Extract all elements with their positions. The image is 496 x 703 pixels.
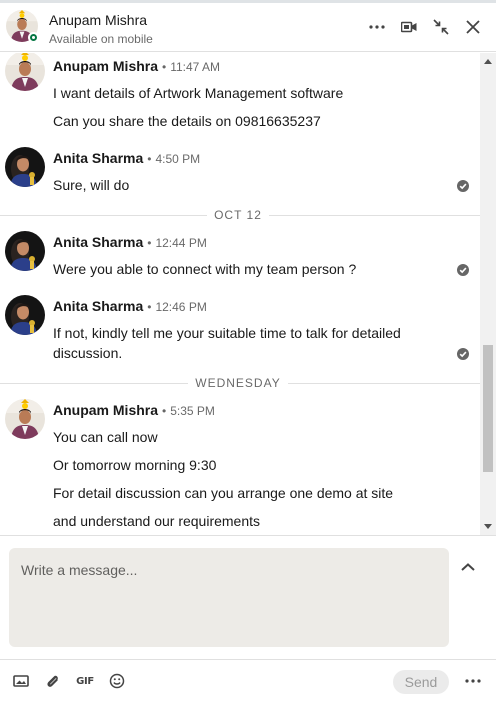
- separator-dot: •: [162, 404, 167, 418]
- message-time: 11:47 AM: [170, 60, 221, 74]
- message-text: Can you share the details on 09816635237: [53, 113, 321, 129]
- sender-name[interactable]: Anita Sharma: [53, 234, 143, 250]
- message-header: Anita Sharma • 4:50 PM: [53, 150, 200, 166]
- message-input[interactable]: [9, 548, 449, 647]
- image-icon[interactable]: [11, 671, 31, 691]
- message-time: 4:50 PM: [155, 152, 201, 166]
- message-group: Anita Sharma • 12:46 PM If not, kindly tel…: [0, 293, 480, 373]
- message-text: For detail discussion can you arrange on…: [53, 485, 394, 501]
- presence-indicator-icon: [28, 32, 39, 43]
- message-header: Anupam Mishra • 11:47 AM: [53, 58, 220, 74]
- contact-status: Available on mobile: [49, 32, 153, 46]
- message-time: 5:35 PM: [170, 404, 215, 418]
- date-divider: OCT 12: [0, 208, 480, 222]
- compose-area: [0, 535, 496, 659]
- attachment-icon[interactable]: [43, 671, 63, 691]
- emoji-icon[interactable]: [107, 671, 127, 691]
- message-text: I want details of Artwork Management sof…: [53, 85, 344, 101]
- message-group: Anupam Mishra • 5:35 PM You can call now O…: [0, 397, 480, 535]
- separator-dot: •: [147, 152, 152, 166]
- seen-check-icon: [457, 264, 469, 276]
- scroll-down-arrow-icon[interactable]: [484, 524, 492, 529]
- avatar[interactable]: [5, 399, 45, 439]
- more-icon[interactable]: [366, 16, 388, 38]
- avatar[interactable]: [5, 147, 45, 187]
- message-group: Anupam Mishra • 11:47 AM I want details of…: [0, 53, 480, 143]
- chat-header: Anupam Mishra Available on mobile: [0, 0, 496, 52]
- message-list[interactable]: Anupam Mishra • 11:47 AM I want details of…: [0, 53, 480, 535]
- sender-name[interactable]: Anupam Mishra: [53, 402, 158, 418]
- message-text: You can call now: [53, 429, 158, 445]
- divider-line: [0, 383, 188, 384]
- divider-line: [269, 215, 480, 216]
- minimize-icon[interactable]: [430, 16, 452, 38]
- more-options-icon[interactable]: [463, 671, 483, 691]
- separator-dot: •: [147, 300, 152, 314]
- divider-line: [0, 215, 207, 216]
- message-header: Anita Sharma • 12:44 PM: [53, 234, 207, 250]
- date-divider-label: WEDNESDAY: [195, 376, 281, 390]
- message-group: Anita Sharma • 4:50 PM Sure, will do: [0, 145, 480, 205]
- separator-dot: •: [162, 60, 167, 74]
- close-icon[interactable]: [462, 16, 484, 38]
- message-group: Anita Sharma • 12:44 PM Were you able to c…: [0, 229, 480, 289]
- message-header: Anupam Mishra • 5:35 PM: [53, 402, 215, 418]
- sender-name[interactable]: Anita Sharma: [53, 150, 143, 166]
- message-list-scrollbar[interactable]: [480, 53, 496, 535]
- separator-dot: •: [147, 236, 152, 250]
- header-top-strip: [0, 0, 496, 3]
- header-avatar[interactable]: [6, 10, 39, 43]
- seen-check-icon: [457, 180, 469, 192]
- gif-icon[interactable]: GIF: [75, 671, 95, 691]
- send-button[interactable]: Send: [393, 670, 449, 694]
- avatar[interactable]: [5, 231, 45, 271]
- date-divider: WEDNESDAY: [0, 376, 480, 390]
- message-header: Anita Sharma • 12:46 PM: [53, 298, 207, 314]
- compose-toolbar: GIF Send: [0, 659, 496, 703]
- divider-line: [288, 383, 480, 384]
- seen-check-icon: [457, 348, 469, 360]
- scroll-up-arrow-icon[interactable]: [484, 59, 492, 64]
- message-text: Or tomorrow morning 9:30: [53, 457, 217, 473]
- video-call-icon[interactable]: [398, 16, 420, 38]
- avatar[interactable]: [5, 53, 45, 91]
- date-divider-label: OCT 12: [214, 208, 262, 222]
- expand-compose-chevron-icon[interactable]: [459, 560, 479, 576]
- sender-name[interactable]: Anita Sharma: [53, 298, 143, 314]
- sender-name[interactable]: Anupam Mishra: [53, 58, 158, 74]
- message-time: 12:44 PM: [155, 236, 207, 250]
- message-text: If not, kindly tell me your suitable tim…: [53, 325, 401, 361]
- gif-label: GIF: [76, 675, 94, 687]
- message-text: Sure, will do: [53, 177, 130, 193]
- contact-name[interactable]: Anupam Mishra: [49, 12, 147, 28]
- message-time: 12:46 PM: [155, 300, 207, 314]
- scrollbar-thumb[interactable]: [483, 345, 493, 472]
- message-text: and understand our requirements: [53, 513, 261, 529]
- message-text: Were you able to connect with my team pe…: [53, 261, 357, 277]
- avatar[interactable]: [5, 295, 45, 335]
